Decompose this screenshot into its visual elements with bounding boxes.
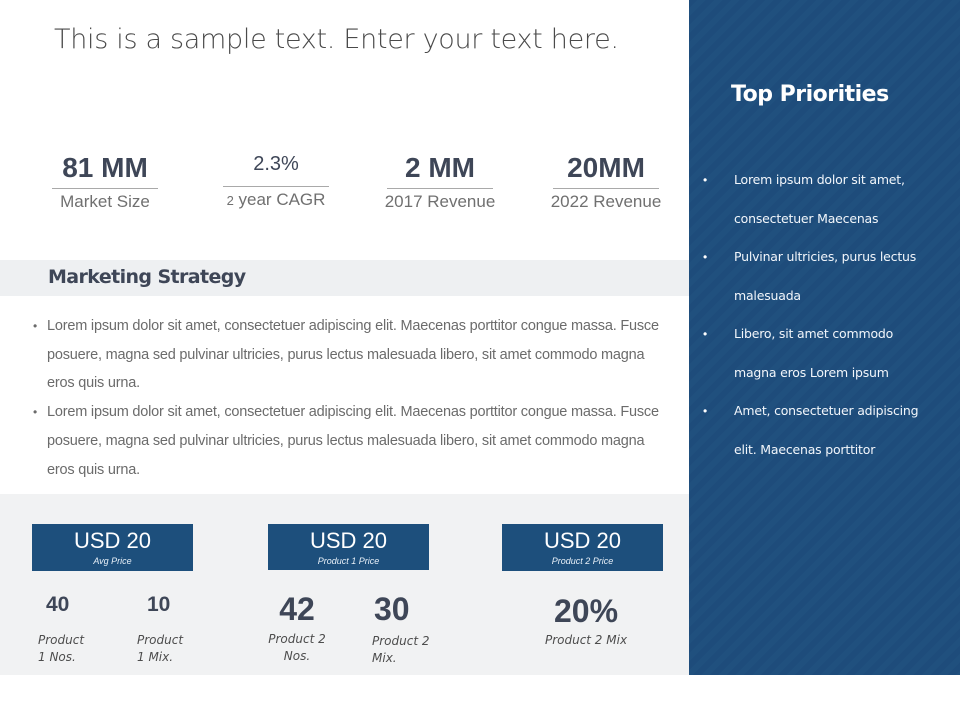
slide-title: This is a sample text. Enter your text h… [54, 24, 619, 55]
kpi-label: 2022 Revenue [550, 192, 662, 211]
price-caption: Product 2 Price [551, 556, 614, 566]
metric-product-1-nos: 40 Product 1 Nos. [38, 592, 84, 666]
metric-product-2-nos: 42 Product 2 Nos. [267, 590, 327, 665]
kpi-2022-revenue: 20MM 2022 Revenue [536, 148, 676, 215]
price-box-product-1: USD 20 Product 1 Price [268, 524, 429, 570]
price-box-avg: USD 20 Avg Price [32, 524, 193, 571]
marketing-strategy-title: Marketing Strategy [48, 266, 246, 288]
kpi-value: 20MM [553, 148, 659, 189]
pricing-panel: USD 20 Avg Price USD 20 Product 1 Price … [0, 494, 689, 675]
kpi-label: 2017 Revenue [384, 192, 496, 211]
price-caption: Avg Price [93, 556, 132, 566]
metric-caption-line2: Mix. [372, 651, 397, 665]
metric-caption-line1: Product 2 [372, 634, 430, 648]
metric-caption-line1: Product 2 Mix [544, 633, 628, 647]
metric-caption-line2: Nos. [283, 649, 311, 663]
list-item-line: Lorem ipsum dolor sit amet, [734, 172, 905, 187]
list-item-text: Lorem ipsum dolor sit amet, consectetuer… [47, 404, 659, 478]
list-item-line: Libero, sit amet commodo [734, 326, 894, 341]
kpi-label-text: year CAGR [233, 190, 326, 209]
kpi-label: Market Size [60, 192, 150, 211]
metric-value: 30 [374, 591, 410, 627]
marketing-strategy-list: • Lorem ipsum dolor sit amet, consectetu… [33, 312, 673, 484]
list-item-line: elit. Maecenas porttitor [734, 441, 876, 457]
list-item: • Libero, sit amet commodo magna eros Lo… [703, 315, 953, 392]
price-amount: USD 20 [73, 528, 152, 553]
metric-caption-line1: Product [137, 633, 184, 647]
kpi-cagr: 2.3% 2 year CAGR [206, 148, 346, 214]
kpi-value: 2.3% [223, 148, 329, 187]
metric-caption-line2: 1 Nos. [38, 650, 76, 664]
list-item-line: malesuada [734, 287, 801, 303]
bullet-icon: • [703, 173, 708, 187]
list-item: • Lorem ipsum dolor sit amet, consectetu… [33, 312, 673, 398]
metric-product-2-mix-percent: 20% Product 2 Mix [540, 592, 632, 649]
price-amount: USD 20 [543, 528, 622, 553]
list-item: • Amet, consectetuer adipiscing elit. Ma… [703, 392, 953, 469]
marketing-strategy-header: Marketing Strategy [0, 260, 689, 296]
metric-product-1-mix: 10 Product 1 Mix. [137, 592, 183, 666]
kpi-label-prefix: 2 [226, 193, 234, 208]
metric-caption-line1: Product [38, 633, 85, 647]
kpi-label: 2 year CAGR [206, 187, 346, 214]
metric-value: 40 [46, 593, 70, 616]
price-box-product-2: USD 20 Product 2 Price [502, 524, 663, 571]
metric-product-2-mix: 30 Product 2 Mix. [372, 590, 430, 667]
bullet-icon: • [703, 250, 708, 264]
list-item-line: magna eros Lorem ipsum [734, 364, 889, 380]
kpi-2017-revenue: 2 MM 2017 Revenue [370, 148, 510, 215]
list-item-text: Lorem ipsum dolor sit amet, consectetuer… [47, 318, 659, 392]
price-caption: Product 1 Price [317, 556, 380, 566]
metric-caption-line1: Product 2 [268, 632, 326, 646]
list-item: • Lorem ipsum dolor sit amet, consectetu… [703, 161, 953, 238]
list-item: • Lorem ipsum dolor sit amet, consectetu… [33, 398, 673, 484]
metric-value: 42 [279, 591, 315, 627]
kpi-market-size: 81 MM Market Size [35, 148, 175, 215]
top-priorities-title: Top Priorities [731, 82, 889, 107]
bullet-icon: • [33, 405, 38, 420]
top-priorities-list: • Lorem ipsum dolor sit amet, consectetu… [703, 161, 953, 469]
list-item-line: consectetuer Maecenas [734, 210, 879, 226]
list-item-line: Pulvinar ultricies, purus lectus [734, 249, 917, 264]
metric-value: 10 [147, 593, 171, 616]
metric-caption-line2: 1 Mix. [137, 650, 174, 664]
bullet-icon: • [703, 404, 708, 418]
top-priorities-panel: Top Priorities • Lorem ipsum dolor sit a… [689, 0, 960, 675]
bullet-icon: • [33, 319, 38, 333]
kpi-value: 81 MM [52, 148, 158, 189]
list-item-line: Amet, consectetuer adipiscing [734, 403, 919, 418]
list-item: • Pulvinar ultricies, purus lectus males… [703, 238, 953, 315]
bullet-icon: • [703, 327, 708, 341]
metric-value: 20% [553, 593, 619, 629]
kpi-value: 2 MM [387, 148, 493, 189]
price-amount: USD 20 [309, 528, 388, 553]
